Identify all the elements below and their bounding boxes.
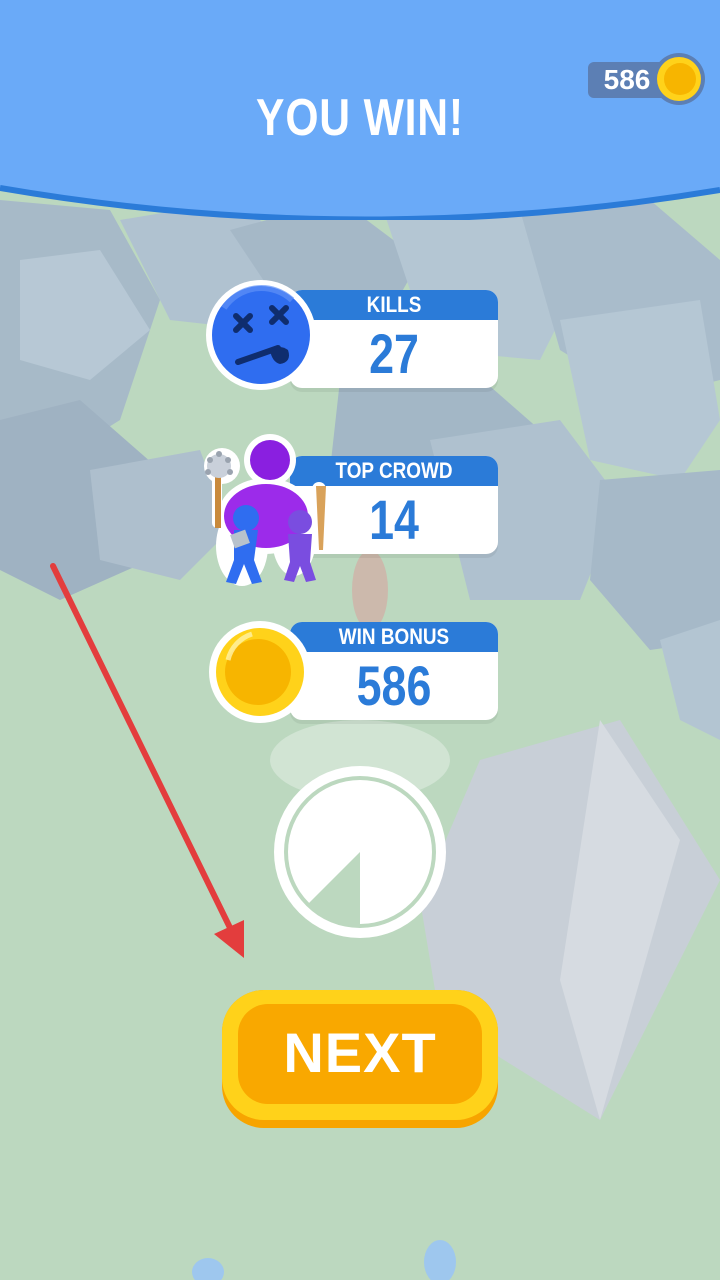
win-title: YOU WIN! — [256, 89, 464, 147]
top-crowd-stat-card: TOP CROWD 14 — [204, 434, 500, 586]
win-bonus-label: WIN BONUS — [338, 624, 450, 649]
next-button[interactable]: NEXT — [222, 990, 498, 1130]
dead-face-icon — [206, 280, 316, 390]
win-bonus-stat-card: WIN BONUS 586 — [209, 621, 500, 723]
kills-stat-card: KILLS 27 — [206, 280, 500, 390]
coin-icon — [653, 53, 705, 105]
header-banner: YOU WIN! — [0, 0, 720, 220]
next-button-label: NEXT — [283, 1021, 437, 1084]
crowd-icon — [204, 434, 326, 586]
kills-label: KILLS — [366, 292, 422, 317]
countdown-timer-icon — [274, 766, 446, 938]
coin-counter: 586 — [588, 52, 706, 108]
win-bonus-value: 586 — [356, 654, 432, 717]
kills-value: 27 — [369, 322, 419, 385]
coin-counter-value: 586 — [603, 64, 651, 95]
coin-icon — [209, 621, 311, 723]
